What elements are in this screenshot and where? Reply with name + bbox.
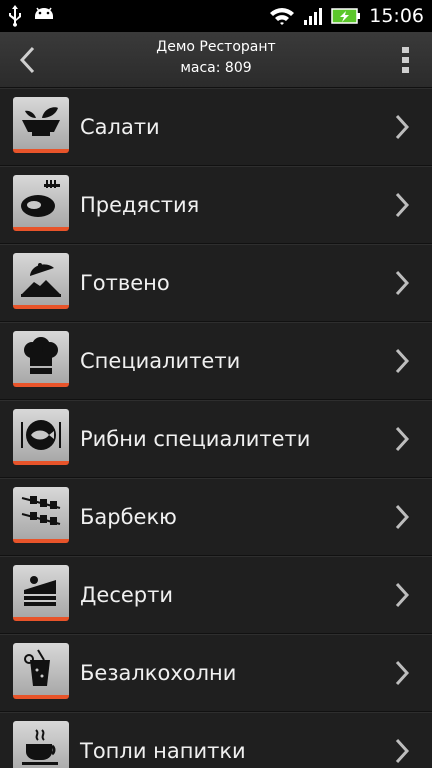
category-item-desserts[interactable]: Десерти bbox=[0, 556, 432, 634]
category-item-cooked[interactable]: Готвено bbox=[0, 244, 432, 322]
category-item-specialties[interactable]: Специалитети bbox=[0, 322, 432, 400]
soft-drink-icon bbox=[13, 643, 69, 699]
signal-icon bbox=[304, 8, 323, 25]
chevron-right-icon bbox=[395, 660, 410, 686]
back-button[interactable] bbox=[0, 32, 54, 87]
chevron-right-icon bbox=[395, 270, 410, 296]
overflow-menu-button[interactable] bbox=[378, 32, 432, 87]
android-icon bbox=[35, 7, 53, 19]
category-label: Десерти bbox=[80, 583, 174, 607]
chef-hat-icon bbox=[13, 331, 69, 387]
chevron-right-icon bbox=[395, 504, 410, 530]
battery-charging-icon bbox=[331, 8, 361, 24]
category-label: Безалкохолни bbox=[80, 661, 237, 685]
category-list: Салати Предястия Готвено Специалитети Ри… bbox=[0, 88, 432, 768]
category-label: Салати bbox=[80, 115, 160, 139]
wifi-icon bbox=[270, 8, 295, 25]
restaurant-name: Демо Ресторант bbox=[156, 39, 276, 55]
cloche-dish-icon bbox=[13, 253, 69, 309]
category-item-hot-drinks[interactable]: Топли напитки bbox=[0, 712, 432, 768]
category-item-barbecue[interactable]: Барбекю bbox=[0, 478, 432, 556]
coffee-cup-icon bbox=[13, 721, 69, 768]
status-bar: 15:06 bbox=[0, 0, 432, 32]
chevron-right-icon bbox=[395, 738, 410, 764]
chevron-right-icon bbox=[395, 114, 410, 140]
appetizer-plate-icon bbox=[13, 175, 69, 231]
category-label: Специалитети bbox=[80, 349, 241, 373]
category-item-fish[interactable]: Рибни специалитети bbox=[0, 400, 432, 478]
salad-bowl-icon bbox=[13, 97, 69, 153]
category-item-appetizers[interactable]: Предястия bbox=[0, 166, 432, 244]
clock: 15:06 bbox=[369, 5, 424, 27]
chevron-right-icon bbox=[395, 582, 410, 608]
category-label: Рибни специалитети bbox=[80, 427, 311, 451]
category-label: Топли напитки bbox=[80, 739, 246, 763]
cake-slice-icon bbox=[13, 565, 69, 621]
category-label: Предястия bbox=[80, 193, 200, 217]
action-bar: Демо Ресторант маса: 809 bbox=[0, 32, 432, 88]
back-chevron-icon bbox=[19, 46, 35, 73]
screen: 15:06 Демо Ресторант маса: 809 Салати Пр… bbox=[0, 0, 432, 768]
table-label: маса: 809 bbox=[180, 60, 252, 76]
overflow-menu-icon bbox=[401, 46, 409, 73]
category-item-soft-drinks[interactable]: Безалкохолни bbox=[0, 634, 432, 712]
system-icons: 15:06 bbox=[269, 0, 424, 32]
chevron-right-icon bbox=[395, 426, 410, 452]
fish-plate-icon bbox=[13, 409, 69, 465]
chevron-right-icon bbox=[395, 348, 410, 374]
skewers-icon bbox=[13, 487, 69, 543]
notification-icons bbox=[8, 4, 56, 28]
category-item-salads[interactable]: Салати bbox=[0, 88, 432, 166]
category-label: Готвено bbox=[80, 271, 170, 295]
usb-icon bbox=[9, 5, 21, 27]
category-label: Барбекю bbox=[80, 505, 177, 529]
title-block: Демо Ресторант маса: 809 bbox=[60, 37, 372, 79]
chevron-right-icon bbox=[395, 192, 410, 218]
